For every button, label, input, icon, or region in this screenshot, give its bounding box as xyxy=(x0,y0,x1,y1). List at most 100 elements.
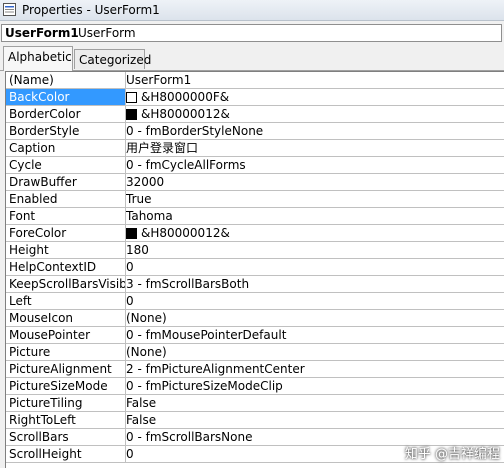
property-row[interactable]: RightToLeft False xyxy=(6,412,504,429)
property-row[interactable]: Left 0 xyxy=(6,293,504,310)
property-row[interactable]: BorderStyle 0 - fmBorderStyleNone xyxy=(6,123,504,140)
color-swatch xyxy=(126,228,137,239)
property-value[interactable]: 3 - fmScrollBarsBoth xyxy=(126,276,504,292)
view-tabs: Alphabetic Categorized xyxy=(0,46,504,71)
properties-window-icon xyxy=(3,3,16,16)
property-value-text: UserForm1 xyxy=(126,73,192,87)
property-value[interactable]: 0 - fmBorderStyleNone xyxy=(126,123,504,139)
property-row[interactable]: Caption 用户登录窗口 xyxy=(6,140,504,157)
property-name[interactable]: BorderStyle xyxy=(6,123,126,139)
property-value-text: 3 - fmScrollBarsBoth xyxy=(126,277,250,291)
property-row[interactable]: ForeColor &H80000012& xyxy=(6,225,504,242)
property-value[interactable]: UserForm1 xyxy=(126,72,504,88)
property-row[interactable]: Cycle 0 - fmCycleAllForms xyxy=(6,157,504,174)
property-value-text: 0 - fmPictureSizeModeClip xyxy=(126,379,283,393)
property-value[interactable]: 0 - fmPictureSizeModeClip xyxy=(126,378,504,394)
window-title: Properties - UserForm1 xyxy=(22,3,160,17)
object-selector-dropdown[interactable]: UserForm1 UserForm xyxy=(1,24,502,42)
property-value[interactable]: 0 xyxy=(126,259,504,275)
property-name[interactable]: RightToLeft xyxy=(6,412,126,428)
property-name[interactable]: MouseIcon xyxy=(6,310,126,326)
property-value[interactable]: (None) xyxy=(126,310,504,326)
property-row[interactable]: MousePointer 0 - fmMousePointerDefault xyxy=(6,327,504,344)
property-value-text: 0 - fmCycleAllForms xyxy=(126,158,246,172)
color-swatch xyxy=(126,92,137,103)
property-value[interactable]: Tahoma xyxy=(126,208,504,224)
property-value[interactable]: 0 xyxy=(126,293,504,309)
property-name[interactable]: KeepScrollBarsVisible xyxy=(6,276,126,292)
property-row[interactable]: Enabled True xyxy=(6,191,504,208)
property-value-text: (None) xyxy=(126,311,167,325)
property-value-text: 0 xyxy=(126,294,134,308)
property-value-text: 0 - fmScrollBarsNone xyxy=(126,430,253,444)
property-name[interactable]: ForeColor xyxy=(6,225,126,241)
property-name[interactable]: Enabled xyxy=(6,191,126,207)
property-row[interactable]: Picture (None) xyxy=(6,344,504,361)
property-name[interactable]: Left xyxy=(6,293,126,309)
property-value-text: &H80000012& xyxy=(141,226,230,240)
property-name[interactable]: PictureTiling xyxy=(6,395,126,411)
property-value[interactable]: (None) xyxy=(126,344,504,360)
property-name[interactable]: PictureSizeMode xyxy=(6,378,126,394)
property-name[interactable]: Caption xyxy=(6,140,126,156)
property-value[interactable]: False xyxy=(126,395,504,411)
property-row[interactable]: Font Tahoma xyxy=(6,208,504,225)
property-name[interactable]: Cycle xyxy=(6,157,126,173)
property-value-text: 0 - fmBorderStyleNone xyxy=(126,124,264,138)
property-row[interactable]: BackColor &H8000000F& xyxy=(6,89,504,106)
property-name[interactable]: BorderColor xyxy=(6,106,126,122)
property-value-text: 0 - fmMousePointerDefault xyxy=(126,328,287,342)
property-value-text: &H80000012& xyxy=(141,107,230,121)
tab-categorized[interactable]: Categorized xyxy=(74,49,151,69)
property-name[interactable]: HelpContextID xyxy=(6,259,126,275)
property-value-text: 32000 xyxy=(126,175,165,189)
property-name[interactable]: Height xyxy=(6,242,126,258)
property-row[interactable]: HelpContextID 0 xyxy=(6,259,504,276)
property-value[interactable]: False xyxy=(126,412,504,428)
property-value[interactable]: &H80000012& xyxy=(126,225,504,241)
property-row[interactable]: BorderColor &H80000012& xyxy=(6,106,504,123)
property-value[interactable]: &H80000012& xyxy=(126,106,504,122)
property-name[interactable]: DrawBuffer xyxy=(6,174,126,190)
property-grid: (Name) UserForm1 BackColor &H8000000F& Borde… xyxy=(5,71,504,468)
property-name[interactable]: MousePointer xyxy=(6,327,126,343)
watermark: 知乎 @吉祥编程 xyxy=(404,447,500,462)
property-value-text: 用户登录窗口 xyxy=(126,141,199,155)
property-row[interactable]: Height 180 xyxy=(6,242,504,259)
property-value[interactable]: 用户登录窗口 xyxy=(126,140,504,156)
tab-alphabetic[interactable]: Alphabetic xyxy=(3,46,73,71)
property-value-text: False xyxy=(126,396,157,410)
property-row[interactable]: KeepScrollBarsVisible 3 - fmScrollBarsBot… xyxy=(6,276,504,293)
property-value-text: 0 xyxy=(126,260,134,274)
property-row[interactable]: PictureTiling False xyxy=(6,395,504,412)
property-value-text: 0 xyxy=(126,447,134,461)
property-value-text: Tahoma xyxy=(126,209,173,223)
property-value-text: True xyxy=(126,192,152,206)
property-value[interactable]: 2 - fmPictureAlignmentCenter xyxy=(126,361,504,377)
property-value-text: &H8000000F& xyxy=(141,90,230,104)
property-name[interactable]: PictureAlignment xyxy=(6,361,126,377)
property-name[interactable]: ScrollHeight xyxy=(6,446,126,462)
property-row[interactable]: MouseIcon (None) xyxy=(6,310,504,327)
property-name[interactable]: BackColor xyxy=(6,89,126,105)
property-value[interactable]: 180 xyxy=(126,242,504,258)
property-value[interactable]: True xyxy=(126,191,504,207)
property-row[interactable]: PictureSizeMode 0 - fmPictureSizeModeClip xyxy=(6,378,504,395)
property-name[interactable]: ScrollBars xyxy=(6,429,126,445)
property-value-text: (None) xyxy=(126,345,167,359)
property-value[interactable]: 0 - fmCycleAllForms xyxy=(126,157,504,173)
property-value[interactable]: 0 - fmMousePointerDefault xyxy=(126,327,504,343)
property-name[interactable]: Picture xyxy=(6,344,126,360)
object-type: UserForm xyxy=(78,26,136,40)
property-value[interactable]: 32000 xyxy=(126,174,504,190)
property-row[interactable]: DrawBuffer 32000 xyxy=(6,174,504,191)
title-bar[interactable]: Properties - UserForm1 xyxy=(0,0,504,21)
property-name[interactable]: (Name) xyxy=(6,72,126,88)
property-row[interactable]: (Name) UserForm1 xyxy=(6,72,504,89)
object-name: UserForm1 xyxy=(5,26,79,40)
property-name[interactable]: Font xyxy=(6,208,126,224)
property-value[interactable]: &H8000000F& xyxy=(126,89,504,105)
property-row[interactable]: PictureAlignment 2 - fmPictureAlignmentCe… xyxy=(6,361,504,378)
property-value-text: False xyxy=(126,413,157,427)
property-value-text: 180 xyxy=(126,243,149,257)
